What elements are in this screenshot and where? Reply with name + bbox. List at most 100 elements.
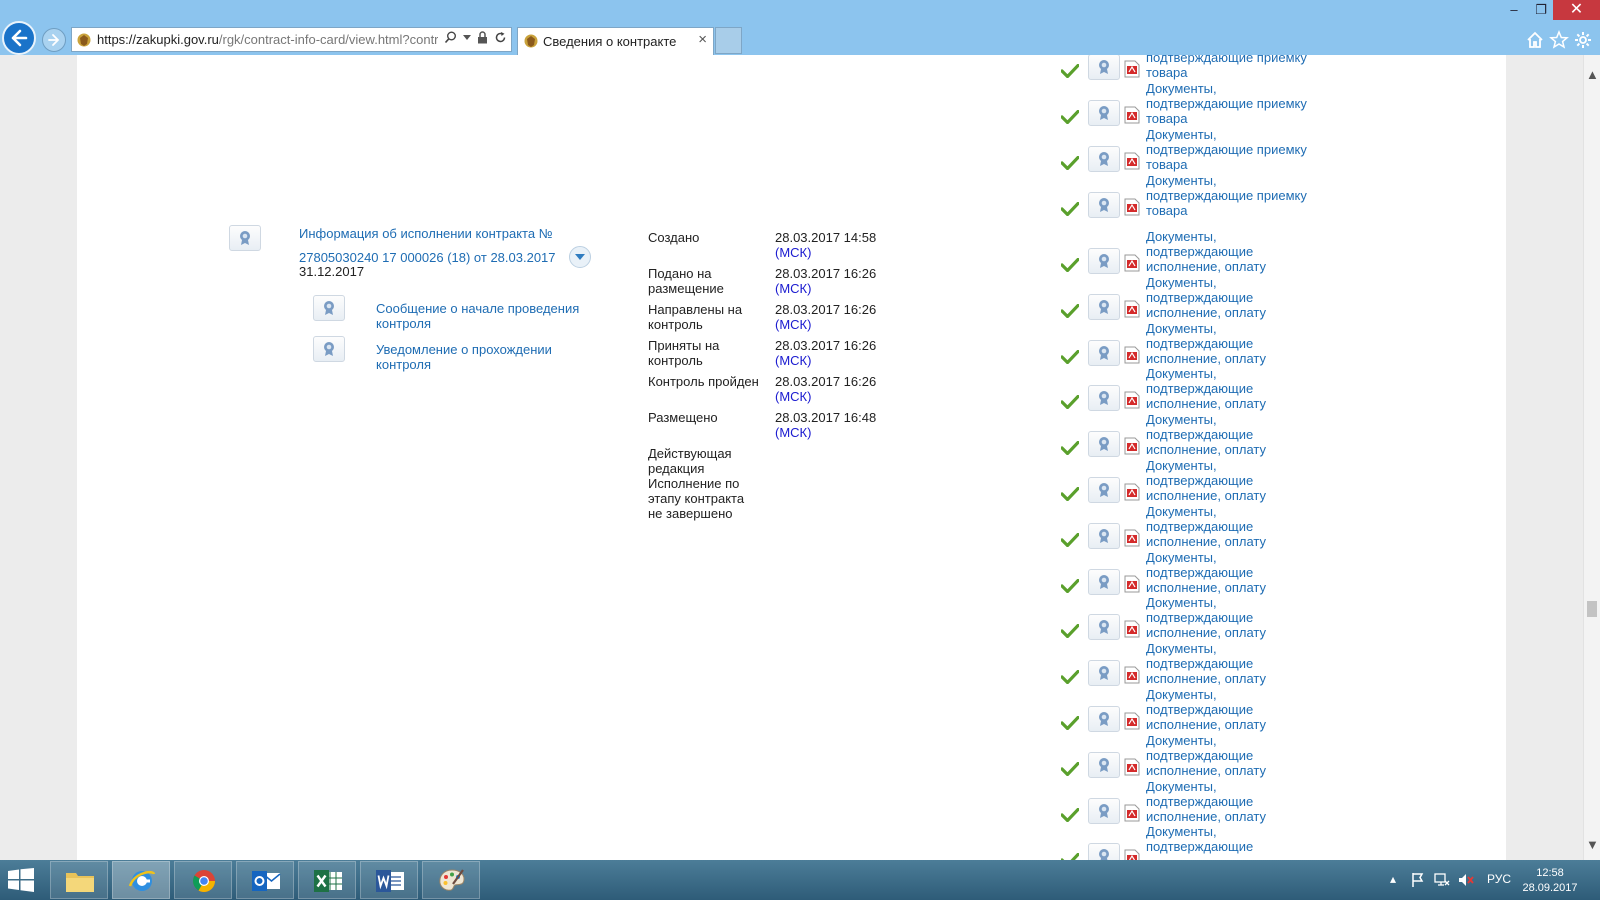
word-taskbar-button[interactable] bbox=[360, 861, 418, 899]
lock-icon[interactable] bbox=[477, 31, 488, 44]
pdf-file-icon[interactable] bbox=[1124, 437, 1140, 455]
chrome-taskbar-button[interactable] bbox=[174, 861, 232, 899]
window-close-button[interactable]: ✕ bbox=[1553, 0, 1600, 20]
document-link[interactable]: Документы, подтверждающие исполнение, оп… bbox=[1146, 366, 1316, 411]
internet-explorer-taskbar-button[interactable] bbox=[112, 861, 170, 899]
expand-button[interactable] bbox=[569, 246, 591, 268]
scroll-up-icon[interactable]: ▲ bbox=[1586, 67, 1599, 82]
address-url[interactable]: https://zakupki.gov.ru/rgk/contract-info… bbox=[97, 32, 438, 47]
home-icon[interactable] bbox=[1525, 30, 1545, 50]
document-link[interactable]: Документы, подтверждающие исполнение, оп… bbox=[1146, 504, 1316, 549]
pdf-file-icon[interactable] bbox=[1124, 620, 1140, 638]
scroll-thumb[interactable] bbox=[1587, 601, 1597, 617]
pdf-file-icon[interactable] bbox=[1124, 198, 1140, 216]
pdf-file-icon[interactable] bbox=[1124, 254, 1140, 272]
certificate-icon[interactable] bbox=[1088, 752, 1120, 778]
certificate-icon[interactable] bbox=[1088, 614, 1120, 640]
certificate-icon[interactable] bbox=[1088, 146, 1120, 172]
document-link[interactable]: Документы, подтверждающие исполнение, оп… bbox=[1146, 550, 1316, 595]
windows-start-icon[interactable] bbox=[8, 868, 34, 892]
certificate-icon[interactable] bbox=[1088, 100, 1120, 126]
outlook-taskbar-button[interactable] bbox=[236, 861, 294, 899]
subdoc-link-control-start[interactable]: Сообщение о начале проведения контроля bbox=[376, 301, 586, 331]
vertical-scrollbar[interactable]: ▲ ▼ bbox=[1583, 55, 1600, 860]
action-center-flag-icon[interactable] bbox=[1410, 872, 1426, 888]
pdf-file-icon[interactable] bbox=[1124, 804, 1140, 822]
certificate-icon[interactable] bbox=[1088, 340, 1120, 366]
back-button[interactable] bbox=[2, 21, 36, 55]
certificate-icon[interactable] bbox=[313, 336, 345, 362]
tab-contract-info[interactable]: Сведения о контракте × bbox=[517, 27, 714, 55]
document-link[interactable]: Документы, подтверждающие bbox=[1146, 824, 1316, 854]
check-icon bbox=[1061, 624, 1079, 638]
certificate-icon[interactable] bbox=[1088, 248, 1120, 274]
pdf-file-icon[interactable] bbox=[1124, 106, 1140, 124]
minimize-button[interactable]: – bbox=[1500, 0, 1528, 20]
document-link[interactable]: Документы, подтверждающие приемку товара bbox=[1146, 173, 1316, 218]
pdf-file-icon[interactable] bbox=[1124, 529, 1140, 547]
certificate-icon[interactable] bbox=[1088, 431, 1120, 457]
certificate-icon[interactable] bbox=[1088, 523, 1120, 549]
certificate-icon[interactable] bbox=[1088, 660, 1120, 686]
document-link[interactable]: Документы, подтверждающие исполнение, оп… bbox=[1146, 687, 1316, 732]
certificate-icon[interactable] bbox=[1088, 294, 1120, 320]
folder-icon bbox=[66, 873, 94, 892]
settings-gear-icon[interactable] bbox=[1573, 30, 1593, 50]
certificate-icon[interactable] bbox=[229, 225, 261, 251]
language-indicator[interactable]: РУС bbox=[1487, 872, 1511, 886]
certificate-icon[interactable] bbox=[1088, 477, 1120, 503]
document-link[interactable]: Документы, подтверждающие исполнение, оп… bbox=[1146, 733, 1316, 778]
network-icon[interactable] bbox=[1434, 872, 1450, 888]
forward-button[interactable] bbox=[42, 28, 66, 52]
refresh-icon[interactable] bbox=[494, 31, 507, 44]
document-link[interactable]: Документы, подтверждающие приемку товара bbox=[1146, 81, 1316, 126]
certificate-icon[interactable] bbox=[1088, 55, 1120, 80]
pdf-file-icon[interactable] bbox=[1124, 483, 1140, 501]
document-link[interactable]: подтверждающие приемку товара bbox=[1146, 55, 1316, 80]
contract-execution-info-link[interactable]: Информация об исполнении контракта № 278… bbox=[299, 222, 569, 270]
document-link[interactable]: Документы, подтверждающие исполнение, оп… bbox=[1146, 321, 1316, 366]
pdf-file-icon[interactable] bbox=[1124, 391, 1140, 409]
paint-taskbar-button[interactable] bbox=[422, 861, 480, 899]
subdoc-link-control-passed[interactable]: Уведомление о прохождении контроля bbox=[376, 342, 586, 372]
new-tab-button[interactable] bbox=[715, 27, 742, 54]
scroll-down-icon[interactable]: ▼ bbox=[1586, 837, 1599, 852]
pdf-file-icon[interactable] bbox=[1124, 300, 1140, 318]
certificate-icon[interactable] bbox=[1088, 569, 1120, 595]
pdf-file-icon[interactable] bbox=[1124, 346, 1140, 364]
file-explorer-taskbar-button[interactable] bbox=[50, 861, 108, 899]
document-link[interactable]: Документы, подтверждающие исполнение, оп… bbox=[1146, 641, 1316, 686]
document-link[interactable]: Документы, подтверждающие приемку товара bbox=[1146, 127, 1316, 172]
certificate-icon[interactable] bbox=[1088, 192, 1120, 218]
search-icon[interactable] bbox=[444, 31, 457, 44]
document-link[interactable]: Документы, подтверждающие исполнение, оп… bbox=[1146, 458, 1316, 503]
document-link[interactable]: Документы, подтверждающие исполнение, оп… bbox=[1146, 275, 1316, 320]
dropdown-arrow-icon[interactable] bbox=[463, 34, 471, 41]
favorites-star-icon[interactable] bbox=[1549, 30, 1569, 50]
document-link[interactable]: Документы, подтверждающие исполнение, оп… bbox=[1146, 412, 1316, 457]
arrow-left-icon bbox=[11, 29, 28, 47]
tab-close-button[interactable]: × bbox=[698, 31, 707, 48]
pdf-file-icon[interactable] bbox=[1124, 575, 1140, 593]
restore-button[interactable]: ❐ bbox=[1527, 0, 1555, 20]
status-time: 28.03.2017 16:26 (МСК) bbox=[775, 338, 877, 368]
certificate-icon[interactable] bbox=[1088, 798, 1120, 824]
document-link[interactable]: Документы, подтверждающие исполнение, оп… bbox=[1146, 595, 1316, 640]
pdf-file-icon[interactable] bbox=[1124, 712, 1140, 730]
document-link[interactable]: Документы, подтверждающие исполнение, оп… bbox=[1146, 779, 1316, 824]
certificate-icon[interactable] bbox=[1088, 843, 1120, 860]
address-bar[interactable]: https://zakupki.gov.ru/rgk/contract-info… bbox=[71, 27, 512, 52]
document-link[interactable]: Документы, подтверждающие исполнение, оп… bbox=[1146, 229, 1316, 274]
pdf-file-icon[interactable] bbox=[1124, 758, 1140, 776]
volume-muted-icon[interactable] bbox=[1458, 872, 1474, 888]
excel-taskbar-button[interactable] bbox=[298, 861, 356, 899]
pdf-file-icon[interactable] bbox=[1124, 849, 1140, 860]
certificate-icon[interactable] bbox=[1088, 385, 1120, 411]
tray-expand-icon[interactable]: ▴ bbox=[1390, 872, 1396, 886]
pdf-file-icon[interactable] bbox=[1124, 60, 1140, 78]
certificate-icon[interactable] bbox=[1088, 706, 1120, 732]
certificate-icon[interactable] bbox=[313, 295, 345, 321]
pdf-file-icon[interactable] bbox=[1124, 666, 1140, 684]
pdf-file-icon[interactable] bbox=[1124, 152, 1140, 170]
clock[interactable]: 12:58 28.09.2017 bbox=[1510, 866, 1590, 896]
